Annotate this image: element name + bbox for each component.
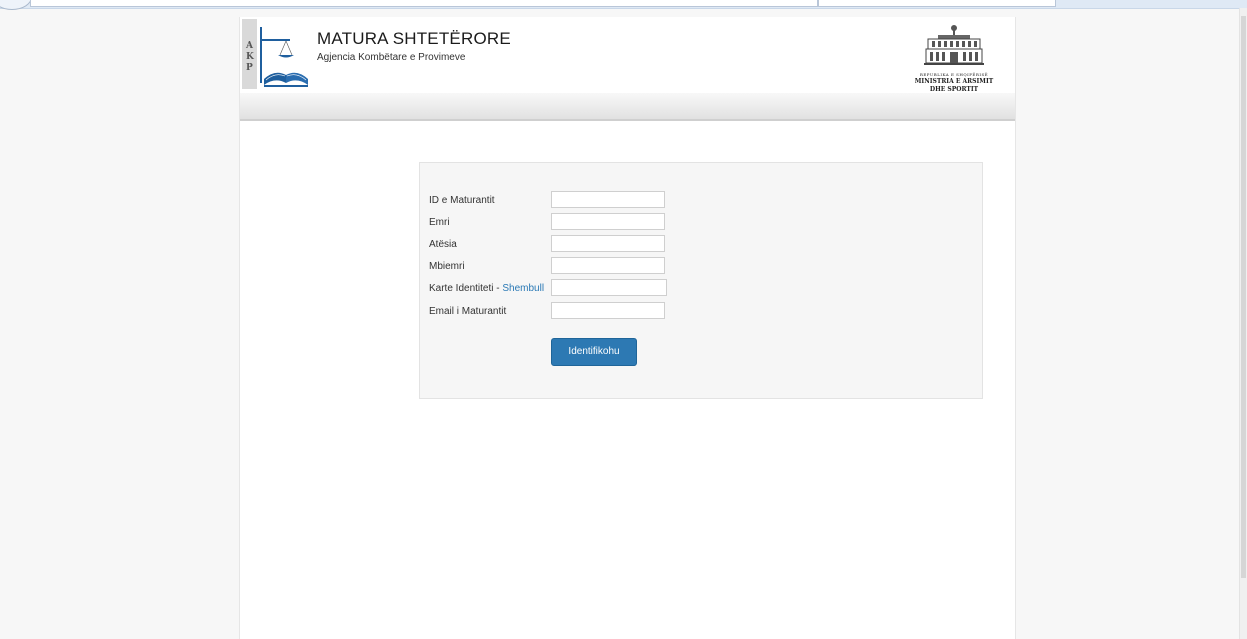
karte-label: Karte Identiteti - Shembull (429, 283, 544, 294)
akp-logo: A K P (242, 19, 318, 91)
atesia-input[interactable] (551, 235, 665, 252)
identifikohu-button[interactable]: Identifikohu (551, 338, 637, 366)
ministry-logo: REPUBLIKA E SHQIPËRISË MINISTRIA E ARSIM… (892, 23, 1016, 93)
ministry-name: REPUBLIKA E SHQIPËRISË MINISTRIA E ARSIM… (892, 72, 1016, 94)
scales-book-icon (260, 27, 308, 87)
id-label: ID e Maturantit (429, 195, 495, 206)
karte-label-text: Karte Identiteti - (429, 283, 503, 294)
mbiemri-label: Mbiemri (429, 261, 465, 272)
login-form-panel: ID e Maturantit Emri Atësia Mbiemri Kart… (419, 162, 983, 399)
building-emblem-icon (924, 25, 984, 65)
karte-input[interactable] (551, 279, 667, 296)
header-band (240, 93, 1015, 121)
browser-toolbar (0, 0, 1247, 10)
browser-search-bar[interactable] (818, 0, 1056, 7)
email-label: Email i Maturantit (429, 306, 507, 317)
site-header: A K P MATURA SHTETËRORE Agjencia Kombëta… (240, 17, 1015, 93)
emri-label: Emri (429, 217, 450, 228)
id-input[interactable] (551, 191, 665, 208)
page-container: A K P MATURA SHTETËRORE Agjencia Kombëta… (239, 17, 1016, 639)
emri-input[interactable] (551, 213, 665, 230)
atesia-label: Atësia (429, 239, 457, 250)
mbiemri-input[interactable] (551, 257, 665, 274)
scrollbar[interactable] (1239, 8, 1247, 639)
email-input[interactable] (551, 302, 665, 319)
scrollbar-thumb[interactable] (1241, 16, 1246, 578)
ministry-line-1: MINISTRIA E ARSIMIT (914, 78, 994, 85)
browser-back-button[interactable] (0, 0, 32, 10)
site-title: MATURA SHTETËRORE (317, 29, 511, 48)
site-subtitle: Agjencia Kombëtare e Provimeve (317, 52, 466, 63)
shembull-link[interactable]: Shembull (502, 283, 544, 294)
address-bar[interactable] (30, 0, 818, 7)
